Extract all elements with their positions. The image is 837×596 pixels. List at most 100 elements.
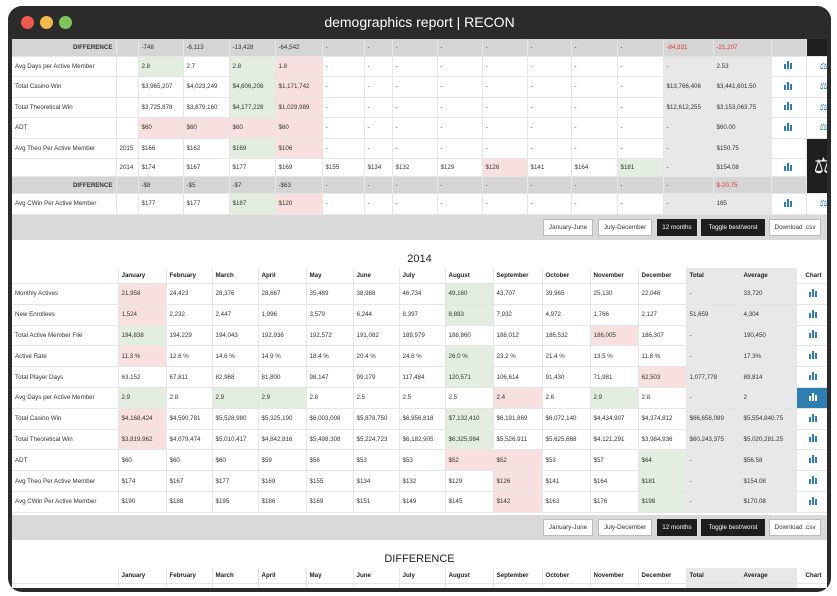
- column-header[interactable]: November: [590, 567, 639, 585]
- column-header[interactable]: May: [306, 267, 354, 284]
- bar-chart-icon[interactable]: [808, 434, 819, 443]
- column-header[interactable]: September: [493, 267, 543, 284]
- bar-chart-icon[interactable]: [783, 81, 794, 90]
- july-december-button[interactable]: July-December: [598, 518, 652, 536]
- chart-cell: [771, 193, 807, 215]
- balance-scale-icon[interactable]: ⚖: [814, 153, 827, 178]
- bar-chart-icon[interactable]: [783, 61, 794, 70]
- table-cell: -: [617, 117, 664, 139]
- column-header[interactable]: Total: [686, 267, 741, 284]
- download-csv-button[interactable]: Download .csv: [769, 218, 821, 236]
- column-header[interactable]: Average: [740, 267, 797, 284]
- table-cell: $3,441,601.50: [713, 76, 772, 98]
- january-june-button[interactable]: January-June: [543, 518, 593, 536]
- compare-cell-active[interactable]: ⚖: [806, 138, 827, 194]
- column-header[interactable]: February: [166, 267, 213, 284]
- column-header[interactable]: September: [493, 567, 543, 585]
- column-header[interactable]: October: [542, 267, 591, 284]
- bar-chart-icon[interactable]: [783, 122, 794, 131]
- table-cell: -: [527, 56, 572, 77]
- bar-chart-icon[interactable]: [808, 330, 819, 339]
- table-cell: -: [437, 97, 483, 118]
- column-header[interactable]: December: [638, 267, 687, 284]
- column-header[interactable]: April: [258, 567, 307, 585]
- column-header[interactable]: January: [118, 267, 167, 284]
- column-header[interactable]: August: [445, 567, 494, 585]
- table-cell: 2.9: [212, 387, 259, 409]
- chart-cell-active[interactable]: [796, 387, 827, 409]
- column-header[interactable]: [12, 567, 119, 585]
- table-cell: -64,542: [275, 39, 323, 57]
- toggle-best-worst-button[interactable]: Toggle best/worst: [701, 218, 765, 236]
- column-header[interactable]: December: [638, 567, 687, 585]
- table-cell: 189,979: [399, 325, 446, 347]
- july-december-button[interactable]: July-December: [598, 218, 652, 236]
- row-label: ADT: [12, 117, 117, 139]
- table-cell: $198: [638, 491, 687, 513]
- table-row: Avg Theo Per Active Member $174 $167 $177 $1…: [12, 470, 827, 492]
- download-csv-button[interactable]: Download .csv: [769, 518, 821, 536]
- table-cell: $60,243,375: [686, 429, 741, 451]
- chart-cell: [796, 491, 827, 513]
- bar-chart-icon[interactable]: [808, 496, 819, 505]
- balance-scale-icon[interactable]: ⚖: [819, 61, 827, 71]
- table-cell: -: [482, 39, 528, 57]
- balance-scale-icon[interactable]: ⚖: [819, 198, 827, 208]
- table-cell: -21,207: [713, 39, 772, 57]
- table-cell: [399, 583, 446, 588]
- column-header[interactable]: November: [590, 267, 639, 284]
- table-cell: $3,879,160: [183, 97, 230, 118]
- column-header[interactable]: Total: [686, 567, 741, 585]
- balance-scale-icon[interactable]: ⚖: [819, 81, 827, 91]
- toggle-best-worst-button[interactable]: Toggle best/worst: [701, 518, 765, 536]
- table-cell: $134: [364, 158, 393, 177]
- bar-chart-icon[interactable]: [808, 455, 819, 464]
- column-header[interactable]: March: [212, 567, 259, 585]
- chart-cell: [771, 97, 807, 118]
- column-header[interactable]: February: [166, 567, 213, 585]
- bar-chart-icon[interactable]: [808, 288, 819, 297]
- table-cell: $3,965,207: [138, 76, 184, 98]
- bar-chart-icon[interactable]: [783, 102, 794, 111]
- column-header[interactable]: [12, 267, 119, 284]
- january-june-button[interactable]: January-June: [543, 218, 593, 236]
- bar-chart-icon[interactable]: [783, 162, 794, 171]
- column-header[interactable]: Chart: [796, 267, 827, 284]
- table-cell: -: [527, 76, 572, 98]
- balance-scale-icon[interactable]: ⚖: [819, 102, 827, 112]
- table-cell: -: [437, 138, 483, 159]
- bar-chart-icon[interactable]: [808, 351, 819, 360]
- bar-chart-icon[interactable]: [808, 372, 819, 381]
- table-cell: $149: [399, 491, 446, 513]
- column-header[interactable]: April: [258, 267, 307, 284]
- row-label: DIFFERENCE: [12, 176, 117, 194]
- table-cell: 2.5: [399, 387, 446, 409]
- column-header[interactable]: August: [445, 267, 494, 284]
- table-cell: 43,707: [493, 283, 543, 305]
- column-header[interactable]: June: [353, 567, 400, 585]
- column-header[interactable]: June: [353, 267, 400, 284]
- column-header[interactable]: July: [399, 267, 446, 284]
- column-header[interactable]: Average: [740, 567, 797, 585]
- table-cell: $60: [183, 117, 230, 139]
- column-header[interactable]: January: [118, 567, 167, 585]
- bar-chart-icon[interactable]: [808, 413, 819, 422]
- table-cell: $162: [183, 138, 230, 159]
- bar-chart-icon[interactable]: [808, 309, 819, 318]
- column-header[interactable]: July: [399, 567, 446, 585]
- bar-chart-icon[interactable]: [808, 392, 819, 401]
- table-cell: 2.9: [258, 387, 307, 409]
- column-header[interactable]: March: [212, 267, 259, 284]
- table-cell: [353, 583, 400, 588]
- table-cell: $53: [542, 449, 591, 472]
- table-cell: [740, 583, 797, 588]
- balance-scale-icon[interactable]: ⚖: [819, 122, 827, 132]
- column-header[interactable]: May: [306, 567, 354, 585]
- bar-chart-icon[interactable]: [808, 476, 819, 485]
- column-header[interactable]: Chart: [796, 567, 827, 585]
- twelve-months-button[interactable]: 12 months: [657, 218, 697, 236]
- chart-cell: [796, 408, 827, 430]
- column-header[interactable]: October: [542, 567, 591, 585]
- twelve-months-button[interactable]: 12 months: [657, 518, 697, 536]
- bar-chart-icon[interactable]: [783, 198, 794, 207]
